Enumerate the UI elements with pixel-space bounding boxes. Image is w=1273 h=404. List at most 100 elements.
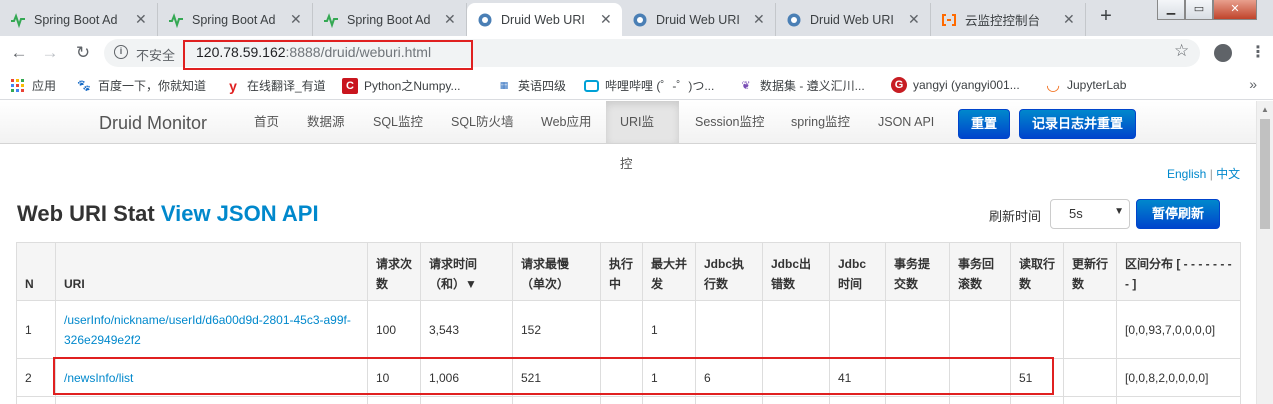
bookmark-label: yangyi (yangyi001... bbox=[913, 78, 1020, 92]
cell-value bbox=[949, 300, 1011, 359]
tab-title: Druid Web URI bbox=[501, 12, 585, 27]
baidu-paw-icon: 🐾 bbox=[77, 80, 91, 92]
bookmark-jupyter[interactable]: ◡ JupyterLab bbox=[1045, 77, 1127, 94]
reload-icon[interactable]: ↻ bbox=[72, 42, 94, 64]
column-header[interactable]: 请求最慢（单次） bbox=[512, 242, 601, 301]
language-switch: English | 中文 bbox=[1167, 165, 1240, 182]
bookmark-label: 英语四级 bbox=[518, 79, 567, 93]
column-header[interactable]: 读取行数 bbox=[1010, 242, 1064, 301]
bookmark-youdao[interactable]: y 在线翻译_有道 bbox=[225, 77, 326, 94]
scroll-up-icon[interactable]: ▲ bbox=[1261, 105, 1269, 114]
close-icon[interactable]: ✕ bbox=[1063, 11, 1075, 28]
bilibili-tv-icon bbox=[584, 79, 599, 92]
page-scrollbar[interactable]: ▲ bbox=[1256, 101, 1273, 404]
browser-menu-icon[interactable]: ⋮ bbox=[1250, 42, 1266, 62]
column-header[interactable]: 事务提交数 bbox=[885, 242, 950, 301]
close-icon[interactable]: ✕ bbox=[753, 11, 765, 28]
browser-tab[interactable]: Spring Boot Ad ✕ bbox=[0, 3, 158, 36]
bookmark-gitee[interactable]: G yangyi (yangyi001... bbox=[891, 77, 1020, 93]
column-header[interactable]: 区间分布 [ - - - - - - - - ] bbox=[1116, 242, 1241, 301]
nav-datasource[interactable]: 数据源 bbox=[293, 101, 359, 143]
uri-link[interactable]: /userInfo/nickname/userId/d6a00d9d-2801-… bbox=[64, 313, 351, 347]
cell-index: 2 bbox=[16, 358, 56, 397]
bookmark-numpy[interactable]: C Python之Numpy... bbox=[342, 77, 460, 94]
back-arrow-icon[interactable]: ← bbox=[8, 42, 30, 64]
column-header-sorted[interactable]: 请求时间（和）▼ bbox=[420, 242, 513, 301]
nav-session[interactable]: Session监控 bbox=[681, 101, 778, 143]
window-close-icon[interactable]: ✕ bbox=[1213, 0, 1257, 20]
new-tab-button[interactable]: + bbox=[1092, 5, 1120, 29]
column-header[interactable]: 最大并发 bbox=[642, 242, 696, 301]
druid-icon bbox=[786, 12, 802, 28]
pause-refresh-button[interactable]: 暂停刷新 bbox=[1136, 199, 1220, 229]
browser-tab[interactable]: Spring Boot Ad ✕ bbox=[313, 3, 467, 36]
url-highlight-box bbox=[183, 40, 473, 70]
chevron-down-icon: ▼ bbox=[1114, 206, 1124, 217]
bookmark-label: 百度一下，你就知道 bbox=[98, 79, 207, 93]
close-icon[interactable]: ✕ bbox=[290, 11, 302, 28]
browser-tab[interactable]: 云监控控制台 ✕ bbox=[931, 3, 1086, 36]
info-icon[interactable]: i bbox=[114, 45, 128, 59]
column-header[interactable]: 执行中 bbox=[600, 242, 643, 301]
bookmark-apps[interactable]: 应用 bbox=[10, 77, 56, 94]
page-title-text: Web URI Stat bbox=[17, 201, 161, 226]
bookmark-label: 应用 bbox=[32, 79, 57, 93]
tab-title: 云监控控制台 bbox=[965, 14, 1041, 28]
nav-json-api[interactable]: JSON API bbox=[864, 101, 948, 143]
lang-separator: | bbox=[1209, 167, 1213, 181]
nav-sql[interactable]: SQL监控 bbox=[359, 101, 437, 143]
column-header[interactable]: N bbox=[16, 242, 56, 301]
column-header[interactable]: Jdbc出错数 bbox=[762, 242, 830, 301]
nav-uri-active[interactable]: URI监控 bbox=[606, 101, 679, 171]
table-row bbox=[16, 396, 1241, 404]
english-icon: ▦ bbox=[499, 80, 509, 90]
cell-value: 3,543 bbox=[420, 300, 513, 359]
bookmark-baidu[interactable]: 🐾 百度一下，你就知道 bbox=[76, 77, 206, 94]
refresh-interval-label: 刷新时间 bbox=[989, 209, 1042, 224]
bookmark-star-icon[interactable]: ☆ bbox=[1174, 41, 1189, 61]
nav-wall[interactable]: SQL防火墙 bbox=[437, 101, 528, 143]
browser-tab[interactable]: Spring Boot Ad ✕ bbox=[158, 3, 313, 36]
apps-grid-icon bbox=[10, 78, 26, 94]
bookmarks-bar: 应用 🐾 百度一下，你就知道 y 在线翻译_有道 C Python之Numpy.… bbox=[0, 70, 1273, 100]
browser-tab-active[interactable]: Druid Web URI ✕ bbox=[467, 3, 622, 36]
column-header[interactable]: 事务回滚数 bbox=[949, 242, 1011, 301]
browser-tab[interactable]: Druid Web URI ✕ bbox=[776, 3, 931, 36]
maximize-icon[interactable]: ▭ bbox=[1185, 0, 1213, 20]
brand-logo[interactable]: Druid Monitor bbox=[99, 113, 207, 134]
scroll-thumb[interactable] bbox=[1260, 119, 1270, 229]
view-json-api-link[interactable]: View JSON API bbox=[161, 201, 319, 226]
nav-webapp[interactable]: Web应用 bbox=[527, 101, 605, 143]
column-header[interactable]: 更新行数 bbox=[1063, 242, 1117, 301]
nav-spring[interactable]: spring监控 bbox=[777, 101, 864, 143]
close-icon[interactable]: ✕ bbox=[908, 11, 920, 28]
column-header[interactable]: Jdbc执行数 bbox=[695, 242, 763, 301]
column-header[interactable]: 请求次数 bbox=[367, 242, 421, 301]
lang-english-link[interactable]: English bbox=[1167, 167, 1206, 181]
account-avatar-icon[interactable] bbox=[1214, 44, 1232, 62]
reset-button[interactable]: 重置 bbox=[958, 109, 1011, 139]
close-icon[interactable]: ✕ bbox=[135, 11, 147, 28]
cell-value: 100 bbox=[367, 300, 421, 359]
browser-tab[interactable]: Druid Web URI ✕ bbox=[622, 3, 776, 36]
druid-navbar: Druid Monitor 首页 数据源 SQL监控 SQL防火墙 Web应用 … bbox=[0, 101, 1273, 171]
log-and-reset-button[interactable]: 记录日志并重置 bbox=[1019, 109, 1137, 139]
bookmark-bilibili[interactable]: 哔哩哔哩 (゜-゜)つ... bbox=[584, 77, 714, 94]
nav-home[interactable]: 首页 bbox=[240, 101, 293, 143]
bookmark-english[interactable]: ▦ 英语四级 bbox=[496, 77, 566, 94]
close-icon[interactable]: ✕ bbox=[600, 11, 612, 28]
minimize-icon[interactable]: ▁ bbox=[1157, 0, 1185, 20]
more-bookmarks-icon[interactable]: » bbox=[1249, 76, 1257, 92]
lang-chinese-link[interactable]: 中文 bbox=[1216, 167, 1240, 181]
cell-value bbox=[1063, 358, 1117, 397]
close-icon[interactable]: ✕ bbox=[444, 11, 456, 28]
forward-arrow-icon[interactable]: → bbox=[39, 42, 61, 64]
cell-value bbox=[1010, 300, 1064, 359]
row-highlight-box bbox=[53, 357, 1054, 395]
jupyter-icon: ◡ bbox=[1046, 77, 1060, 94]
bookmark-dataset[interactable]: ❦ 数据集 - 遵义汇川... bbox=[738, 77, 864, 94]
column-header[interactable]: Jdbc时间 bbox=[829, 242, 886, 301]
refresh-interval-select[interactable]: 5s ▼ bbox=[1050, 199, 1130, 229]
cell-value: 152 bbox=[512, 300, 601, 359]
column-header[interactable]: URI bbox=[55, 242, 368, 301]
